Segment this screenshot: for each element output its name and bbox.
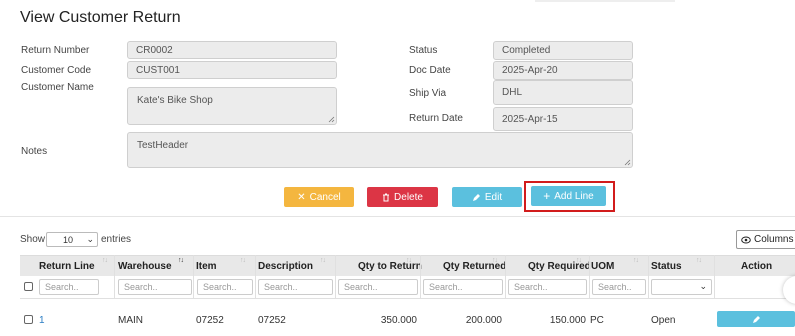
row-uom: PC — [590, 315, 604, 326]
customer-name-label: Customer Name — [21, 82, 94, 93]
entries-value: 10 — [63, 234, 74, 245]
columns-button[interactable]: Columns — [736, 230, 795, 249]
sort-icon[interactable]: ↑↓ — [633, 257, 639, 264]
edit-button[interactable]: Edit — [452, 187, 522, 207]
show-label: Show — [20, 234, 46, 245]
doc-date-field[interactable]: 2025-Apr-20 — [493, 61, 633, 80]
chevron-down-icon: ⌄ — [86, 234, 94, 244]
ship-via-value: DHL — [502, 87, 523, 98]
resize-grip-icon[interactable] — [328, 116, 335, 123]
row-qty-required: 150.000 — [549, 315, 586, 326]
notes-value: TestHeader — [137, 140, 189, 151]
filter-warehouse-input[interactable]: Search.. — [118, 279, 192, 295]
delete-button-label: Delete — [394, 191, 423, 203]
section-divider — [0, 216, 795, 217]
doc-date-label: Doc Date — [409, 65, 451, 76]
return-date-label: Return Date — [409, 113, 463, 124]
return-date-value: 2025-Apr-15 — [502, 113, 558, 125]
chevron-down-icon: ⌄ — [699, 281, 707, 291]
col-header-qty-required[interactable]: Qty Required — [528, 256, 591, 277]
return-date-field[interactable]: 2025-Apr-15 — [493, 107, 633, 131]
add-line-button[interactable]: + Add Line — [531, 186, 606, 206]
notes-label: Notes — [21, 146, 48, 157]
col-header-description[interactable]: Description — [258, 256, 313, 277]
return-number-value: CR0002 — [136, 44, 173, 56]
filter-description-input[interactable]: Search.. — [258, 279, 333, 295]
row-item: 07252 — [196, 315, 224, 326]
sort-asc-icon[interactable]: ↑↓ — [178, 257, 184, 264]
row-edit-button[interactable] — [717, 311, 795, 327]
filter-qty-required-input[interactable]: Search.. — [508, 279, 587, 295]
row-qty-to-return: 350.000 — [380, 315, 417, 326]
row-description: 07252 — [258, 315, 286, 326]
customer-name-value: Kate's Bike Shop — [137, 95, 213, 106]
select-all-checkbox[interactable] — [24, 282, 33, 291]
filter-item-input[interactable]: Search.. — [197, 279, 253, 295]
delete-button[interactable]: Delete — [367, 187, 438, 207]
plus-icon: + — [543, 189, 551, 203]
times-icon: ✕ — [297, 191, 306, 203]
col-header-warehouse[interactable]: Warehouse — [118, 256, 172, 277]
return-number-field[interactable]: CR0002 — [127, 41, 337, 59]
sort-icon[interactable]: ↑↓ — [406, 257, 412, 264]
sort-icon[interactable]: ↑↓ — [240, 257, 246, 264]
sort-icon[interactable]: ↑↓ — [320, 257, 326, 264]
entries-select[interactable]: 10 ⌄ — [46, 232, 98, 247]
notes-textarea[interactable]: TestHeader — [127, 132, 633, 168]
customer-code-field[interactable]: CUST001 — [127, 61, 337, 79]
col-header-action: Action — [741, 261, 773, 272]
status-value: Completed — [502, 45, 551, 56]
row-status: Open — [651, 315, 676, 326]
top-strip — [535, 0, 675, 2]
ship-via-field[interactable]: DHL — [493, 80, 633, 105]
col-header-item[interactable]: Item — [196, 256, 217, 277]
pencil-icon — [472, 193, 480, 201]
sort-icon[interactable]: ↑↓ — [696, 257, 702, 264]
cancel-button-label: Cancel — [309, 191, 341, 203]
filter-qty-returned-input[interactable]: Search.. — [423, 279, 503, 295]
resize-grip-icon[interactable] — [624, 159, 631, 166]
doc-date-value: 2025-Apr-20 — [502, 65, 558, 76]
trash-icon — [383, 193, 390, 201]
ship-via-label: Ship Via — [409, 88, 447, 99]
cancel-button[interactable]: ✕ Cancel — [284, 187, 354, 207]
col-header-return-line[interactable]: Return Line — [39, 256, 95, 277]
eye-icon — [741, 236, 751, 243]
col-header-qty-to-return[interactable]: Qty to Return — [358, 256, 422, 277]
filter-status-select[interactable]: ⌄ — [651, 279, 712, 295]
sort-icon[interactable]: ↑↓ — [576, 257, 582, 264]
entries-label: entries — [101, 234, 132, 245]
table-header: Return Line ↑↓ Warehouse ↑↓ Item ↑↓ Desc… — [20, 255, 795, 276]
filter-qty-to-return-input[interactable]: Search.. — [338, 279, 418, 295]
customer-name-textarea[interactable]: Kate's Bike Shop — [127, 87, 337, 125]
customer-code-label: Customer Code — [21, 65, 92, 76]
filter-uom-input[interactable]: Search.. — [592, 279, 646, 295]
status-field[interactable]: Completed — [493, 41, 633, 60]
customer-code-value: CUST001 — [136, 64, 180, 76]
sort-icon[interactable]: ↑↓ — [102, 257, 108, 264]
sort-icon[interactable]: ↑↓ — [492, 257, 498, 264]
edit-button-label: Edit — [484, 191, 503, 203]
row-qty-returned: 200.000 — [465, 315, 502, 326]
row-warehouse: MAIN — [118, 315, 143, 326]
add-line-button-label: Add Line — [554, 190, 594, 202]
row-return-line-link[interactable]: 1 — [39, 315, 45, 326]
pencil-icon — [752, 315, 760, 323]
return-number-label: Return Number — [21, 45, 90, 56]
status-label: Status — [409, 45, 438, 56]
filter-return-line-input[interactable]: Search.. — [39, 279, 99, 295]
row-checkbox[interactable] — [24, 315, 33, 324]
col-header-status[interactable]: Status — [651, 256, 682, 277]
page-title: View Customer Return — [20, 9, 181, 26]
columns-button-label: Columns — [754, 234, 794, 245]
col-header-uom[interactable]: UOM — [591, 256, 614, 277]
